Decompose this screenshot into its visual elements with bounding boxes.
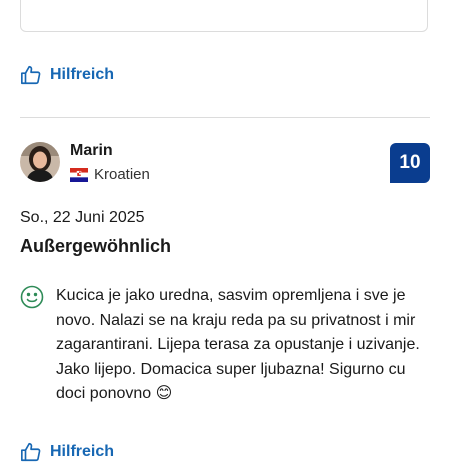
previous-review-card: Familie — [20, 0, 428, 32]
smiley-icon — [20, 285, 44, 309]
reviewer-name: Marin — [70, 142, 113, 159]
review-positive-text: Kucica je jako uredna, sasvim opremljena… — [56, 287, 420, 402]
helpful-label-bottom: Hilfreich — [50, 443, 115, 460]
helpful-button[interactable]: Hilfreich — [20, 64, 114, 86]
avatar — [20, 142, 60, 182]
review-divider — [20, 117, 430, 118]
thumbs-up-icon — [21, 442, 41, 462]
previous-review-traveler-type: Familie — [93, 0, 141, 4]
review-date: So., 22 Juni 2025 — [20, 209, 145, 226]
thumbs-up-icon — [21, 65, 41, 85]
review-title: Außergewöhnlich — [20, 236, 172, 256]
country-name: Kroatien — [94, 166, 150, 183]
helpful-label: Hilfreich — [50, 66, 115, 83]
croatia-flag-icon — [70, 167, 88, 182]
reviewer-country: Kroatien — [70, 166, 150, 183]
review-score-badge: 10 — [390, 143, 430, 183]
helpful-button-bottom[interactable]: Hilfreich — [20, 441, 114, 463]
